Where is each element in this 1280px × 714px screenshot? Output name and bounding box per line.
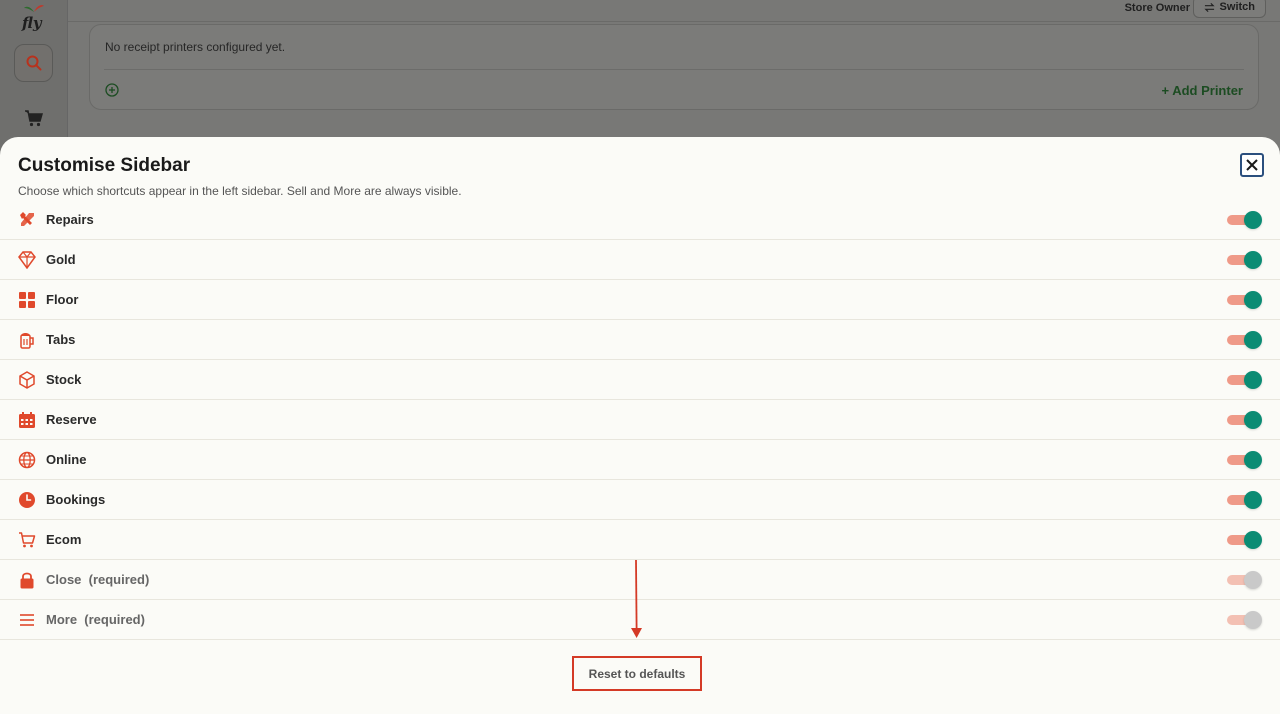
shortcut-label: Close (required): [46, 572, 150, 587]
shortcut-label: Ecom: [46, 532, 82, 547]
printers-empty-text: No receipt printers configured yet.: [105, 40, 286, 54]
toggle-bookings[interactable]: [1227, 490, 1263, 510]
add-printer-button[interactable]: + Add Printer: [1161, 83, 1243, 98]
shortcut-label: Repairs: [46, 212, 94, 227]
menu-icon: [20, 614, 34, 626]
diamond-icon: [18, 251, 36, 269]
shortcut-label: Online: [46, 452, 87, 467]
shortcut-row-bookings: Bookings: [0, 480, 1280, 520]
shortcut-label: Tabs: [46, 332, 76, 347]
swap-icon: [1203, 2, 1215, 12]
clock-icon: [19, 492, 35, 508]
switch-label: Switch: [1219, 1, 1255, 13]
close-button[interactable]: [1240, 153, 1264, 177]
grid-icon: [19, 292, 35, 308]
wrench-icon: [20, 212, 34, 226]
lock-icon: [20, 572, 34, 589]
toggle-gold[interactable]: [1227, 250, 1263, 270]
shortcut-label: Floor: [46, 292, 79, 307]
cart-icon: [19, 532, 36, 548]
toggle-reserve[interactable]: [1227, 410, 1263, 430]
reset-to-defaults-button[interactable]: Reset to defaults: [572, 656, 702, 691]
shortcut-row-ecom: Ecom: [0, 520, 1280, 560]
switch-button[interactable]: Switch: [1192, 0, 1266, 18]
shortcut-row-reserve: Reserve: [0, 400, 1280, 440]
calendar-icon: [19, 412, 35, 428]
toggle-close-disabled: [1227, 570, 1263, 590]
toggle-more-disabled: [1227, 610, 1263, 630]
globe-icon: [18, 451, 36, 469]
toggle-stock[interactable]: [1227, 370, 1263, 390]
shortcut-label: More (required): [46, 612, 145, 627]
shortcut-label: Gold: [46, 252, 76, 267]
search-icon: [26, 55, 41, 71]
customise-sidebar-sheet: Customise Sidebar Choose which shortcuts…: [0, 137, 1280, 714]
shortcut-row-gold: Gold: [0, 240, 1280, 280]
toggle-ecom[interactable]: [1227, 530, 1263, 550]
beer-mug-icon: [20, 333, 34, 349]
header-divider: [68, 21, 1280, 22]
shortcut-label: Reserve: [46, 412, 97, 427]
shortcut-row-floor: Floor: [0, 280, 1280, 320]
search-button[interactable]: [14, 44, 53, 82]
toggle-floor[interactable]: [1227, 290, 1263, 310]
receipt-printers-card: No receipt printers configured yet. + Ad…: [89, 24, 1259, 110]
shortcut-row-online: Online: [0, 440, 1280, 480]
role-label: Store Owner: [1124, 2, 1190, 14]
shortcut-label: Stock: [46, 372, 82, 387]
box-icon: [19, 371, 35, 389]
logo-text: fly: [22, 14, 42, 32]
shortcut-row-repairs: Repairs: [0, 200, 1280, 240]
sheet-subtitle: Choose which shortcuts appear in the lef…: [18, 184, 462, 198]
sheet-title: Customise Sidebar: [18, 155, 191, 176]
shortcut-label: Bookings: [46, 492, 106, 507]
shortcut-row-stock: Stock: [0, 360, 1280, 400]
cart-icon[interactable]: [24, 108, 44, 128]
add-circle-icon: [105, 83, 119, 97]
toggle-repairs[interactable]: [1227, 210, 1263, 230]
annotation-arrow-icon: [631, 559, 642, 638]
toggle-online[interactable]: [1227, 450, 1263, 470]
close-icon: [1246, 159, 1258, 171]
shortcut-row-tabs: Tabs: [0, 320, 1280, 360]
toggle-tabs[interactable]: [1227, 330, 1263, 350]
divider: [104, 69, 1244, 70]
